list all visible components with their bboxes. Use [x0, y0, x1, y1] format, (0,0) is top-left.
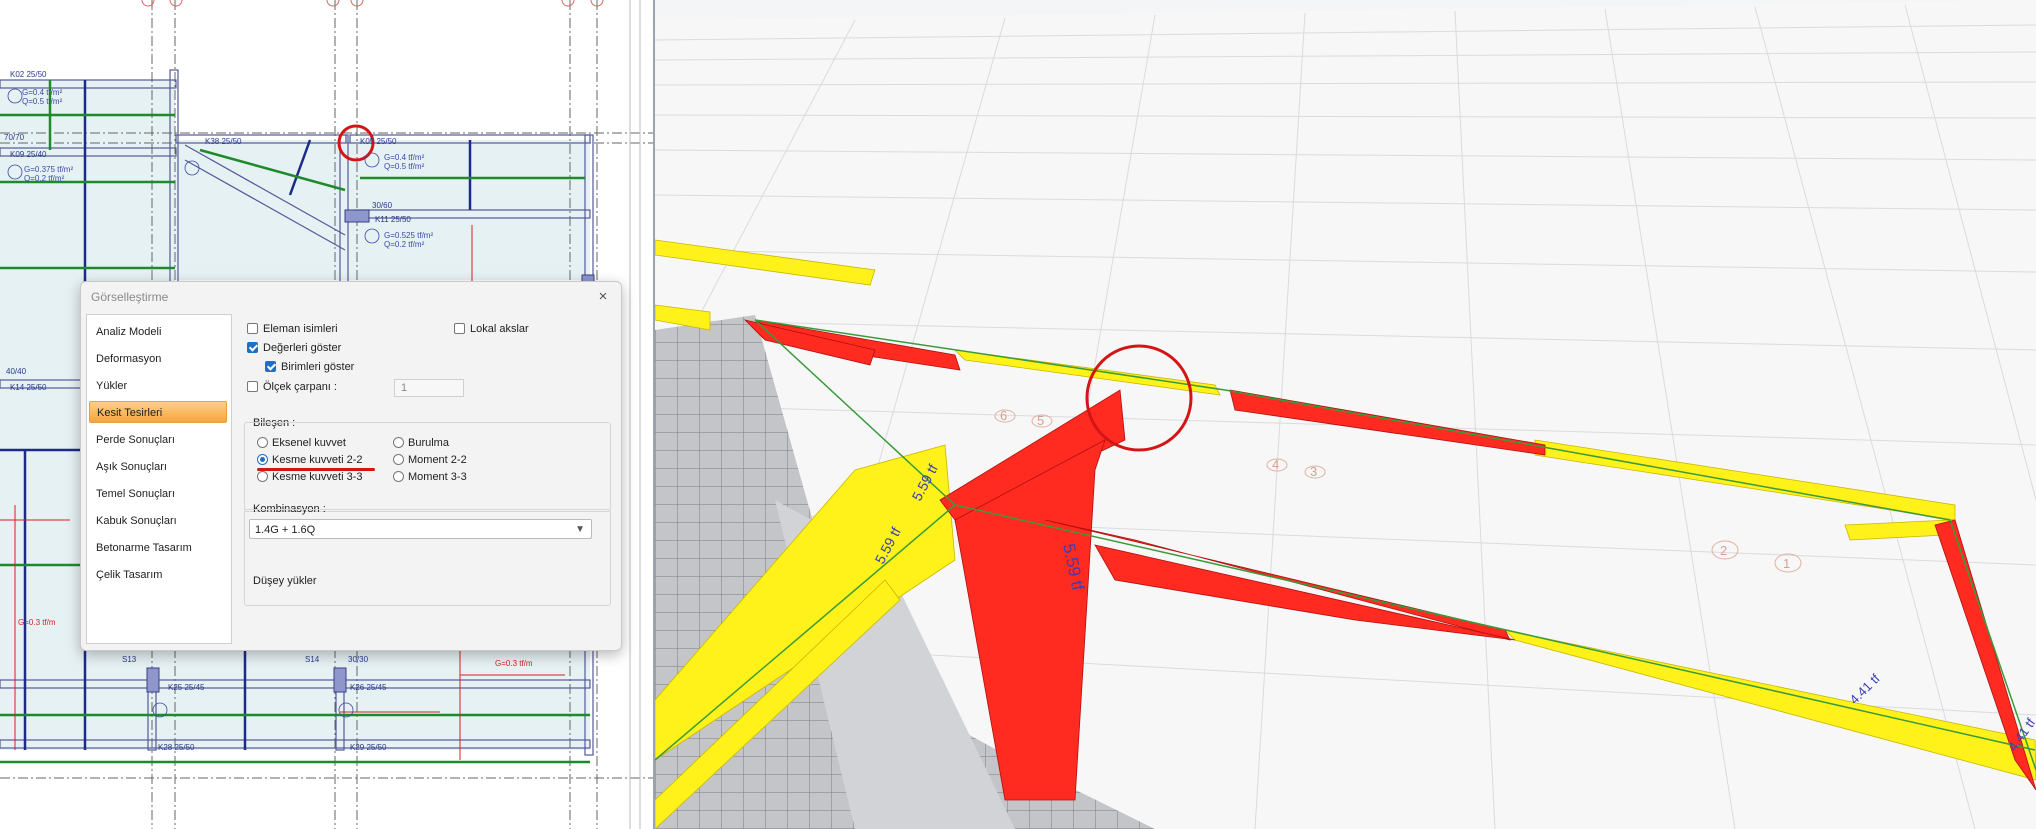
load-label: G=0.4 tf/m²: [384, 153, 425, 162]
line-load-label: G=0.3 tf/m: [18, 618, 56, 627]
checkbox-box[interactable]: [454, 323, 465, 334]
beam-label: K29 25/50: [350, 743, 387, 752]
checkbox-label: Lokal akslar: [470, 323, 529, 335]
checkbox-label: Eleman isimleri: [263, 323, 338, 335]
nav-item-temel-sonuclari[interactable]: Temel Sonuçları: [89, 483, 227, 505]
load-label: Q=0.5 tf/m²: [384, 162, 425, 171]
column-size: 70/70: [4, 133, 25, 142]
visualization-dialog[interactable]: Görselleştirme × Analiz Modeli Deformasy…: [80, 281, 622, 651]
nav-item-analiz-modeli[interactable]: Analiz Modeli: [89, 321, 227, 343]
axis-bubble: 1: [1783, 556, 1790, 571]
chevron-down-icon[interactable]: ▼: [575, 520, 585, 540]
close-icon[interactable]: ×: [593, 287, 613, 307]
beam-label: K38 25/50: [205, 137, 242, 146]
column-size: 30/60: [372, 201, 393, 210]
load-label: G=0.525 tf/m²: [384, 231, 433, 240]
radio-label: Kesme kuvveti 2-2: [272, 454, 363, 466]
checkbox-label: Ölçek çarpanı :: [263, 381, 337, 393]
checkbox-box[interactable]: [265, 361, 276, 372]
beam-label: K02 25/50: [10, 70, 47, 79]
radio-label: Eksenel kuvvet: [272, 437, 346, 449]
combination-select[interactable]: 1.4G + 1.6Q ▼: [249, 519, 592, 539]
radio-dot[interactable]: [393, 437, 404, 448]
load-label: G=0.375 tf/m²: [24, 165, 73, 174]
radio-dot[interactable]: [257, 437, 268, 448]
nav-item-deformasyon[interactable]: Deformasyon: [89, 348, 227, 370]
nav-item-kesit-tesirleri[interactable]: Kesit Tesirleri: [89, 401, 227, 423]
nav-item-perde-sonuclari[interactable]: Perde Sonuçları: [89, 429, 227, 451]
radio-label: Burulma: [408, 437, 449, 449]
category-nav: Analiz Modeli Deformasyon Yükler Kesit T…: [86, 314, 232, 644]
beam-label: K11 25/50: [375, 215, 411, 224]
checkbox-box[interactable]: [247, 342, 258, 353]
dialog-titlebar[interactable]: Görselleştirme ×: [81, 282, 621, 312]
load-label: G=0.4 tf/m²: [22, 88, 63, 97]
beam-label: K05 25/50: [360, 137, 397, 146]
nav-item-betonarme-tasarim[interactable]: Betonarme Tasarım: [89, 537, 227, 559]
radio-dot[interactable]: [393, 454, 404, 465]
column-size: 30/30: [348, 655, 369, 664]
radio-dot[interactable]: [257, 454, 268, 465]
checkbox-box[interactable]: [247, 323, 258, 334]
checkbox-label: Değerleri göster: [263, 342, 342, 354]
scale-factor-input[interactable]: [394, 379, 464, 397]
checkbox-box[interactable]: [247, 381, 258, 392]
checkbox-label: Birimleri göster: [281, 361, 355, 373]
axis-bubble: 4: [1272, 457, 1279, 472]
radio-dot[interactable]: [393, 471, 404, 482]
nav-item-yukler[interactable]: Yükler: [89, 375, 227, 397]
slab-label: S13: [122, 655, 137, 664]
axis-bubble: 3: [1310, 464, 1317, 479]
radio-label: Moment 3-3: [408, 471, 467, 483]
line-load-label: G=0.3 tf/m: [495, 659, 533, 668]
slab-label: S14: [305, 655, 320, 664]
axis-bubble: 5: [1037, 413, 1044, 428]
beam-label: K09 25/40: [10, 150, 47, 159]
radio-label: Kesme kuvveti 3-3: [272, 471, 363, 483]
beam-label: K28 25/50: [158, 743, 195, 752]
radio-label: Moment 2-2: [408, 454, 467, 466]
beam-label: K14 25/50: [10, 383, 47, 392]
column-size: 40/40: [6, 367, 27, 376]
load-label: Q=0.2 tf/m²: [384, 240, 425, 249]
nav-item-kabuk-sonuclari[interactable]: Kabuk Sonuçları: [89, 510, 227, 532]
3d-model-drawing: 6 5 4 3 2 1 5.59 tf 5.59 tf 5.59 tf 4.41…: [655, 0, 2036, 829]
radio-dot[interactable]: [257, 471, 268, 482]
beam-label: K25 25/45: [168, 683, 205, 692]
load-label: Q=0.2 tf/m²: [24, 174, 65, 183]
nav-item-asik-sonuclari[interactable]: Aşık Sonuçları: [89, 456, 227, 478]
3d-view[interactable]: 6 5 4 3 2 1 5.59 tf 5.59 tf 5.59 tf 4.41…: [655, 0, 2036, 829]
annotation-underline: [257, 468, 375, 471]
dialog-title: Görselleştirme: [91, 290, 169, 304]
combination-description: Düşey yükler: [253, 575, 317, 587]
nav-item-celik-tasarim[interactable]: Çelik Tasarım: [89, 564, 227, 586]
load-label: Q=0.5 tf/m²: [22, 97, 63, 106]
beam-label: K26 25/45: [350, 683, 387, 692]
axis-bubble: 6: [1000, 408, 1007, 423]
axis-bubble: 2: [1720, 543, 1727, 558]
combination-selected: 1.4G + 1.6Q: [255, 524, 316, 536]
